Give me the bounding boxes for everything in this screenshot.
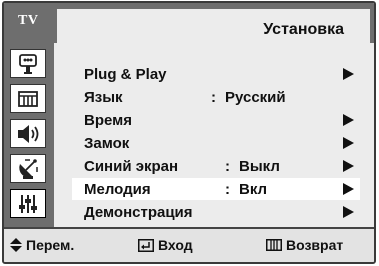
menu-title: Установка [263,21,344,38]
tv-setup-osd: TV Установка Plug & Play Язык: Русский … [2,1,376,264]
menu-item-melody[interactable]: Мелодия : Вкл [72,178,360,200]
menu-item-separator: : [225,157,230,175]
menu-item-label: Замок [84,134,130,152]
return-icon [266,239,282,251]
footer-return-hint: Возврат [266,237,343,253]
menu-item-value: Вкл [239,180,268,198]
arrow-right-icon [343,160,354,172]
footer-move-hint: Перем. [10,237,74,253]
footer-return-label: Возврат [286,237,344,253]
menu-item-value: Выкл [239,157,280,175]
menu-item-label: Язык [84,88,123,106]
menu-item-label: Время [84,111,132,129]
menu-item-separator: : [211,88,216,106]
menu-item-label: Демонстрация [84,203,193,221]
up-down-icon [10,238,22,252]
channel-list-icon[interactable] [10,84,46,113]
menu-item-plug-and-play[interactable]: Plug & Play [72,63,360,85]
footer-enter-label: Вход [158,237,193,253]
menu-item-time[interactable]: Время [72,109,360,131]
menu-item-label: Мелодия [84,180,151,198]
setup-sliders-icon[interactable] [10,189,46,218]
sound-icon[interactable] [10,119,46,148]
picture-icon[interactable] [10,49,46,78]
menu-item-blue-screen[interactable]: Синий экран : Выкл [72,155,360,177]
menu-item-label: Синий экран [84,157,179,175]
menu-item-value: Русский [225,88,286,106]
arrow-right-icon [343,137,354,149]
category-sidebar [4,43,54,228]
footer-hints: Перем. Вход Возврат [4,227,374,262]
arrow-right-icon [343,183,354,195]
footer-move-label: Перем. [26,237,75,253]
menu-panel: Plug & Play Язык : Русский Время Замок С… [54,49,374,229]
arrow-right-icon [343,114,354,126]
antenna-icon[interactable] [10,154,46,183]
menu-item-label: Plug & Play [84,65,167,83]
tv-label: TV [18,13,39,28]
menu-item-lock[interactable]: Замок [72,132,360,154]
arrow-right-icon [343,68,354,80]
footer-enter-hint: Вход [138,237,193,253]
menu-item-demonstration[interactable]: Демонстрация [72,201,360,223]
arrow-right-icon [343,206,354,218]
menu-item-language[interactable]: Язык : Русский [72,86,360,108]
enter-icon [138,238,154,252]
menu-item-separator: : [225,180,230,198]
